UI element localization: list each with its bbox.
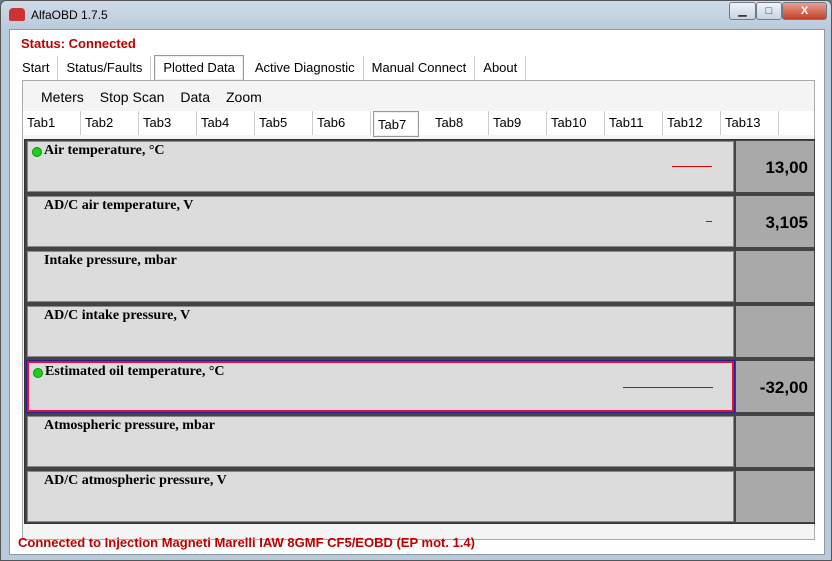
maximize-button[interactable]: □ [756, 2, 782, 20]
tab-start[interactable]: Start [14, 56, 59, 80]
tab-tab3[interactable]: Tab3 [139, 111, 197, 135]
window-title: AlfaOBD 1.7.5 [31, 8, 108, 22]
parameter-label: AD/C atmospheric pressure, V [44, 473, 227, 488]
tab-tab11[interactable]: Tab11 [605, 111, 663, 135]
tab-plotted-data[interactable]: Plotted Data [154, 55, 244, 81]
parameter-label: AD/C air temperature, V [44, 198, 194, 213]
tab-tab7[interactable]: Tab7 [373, 111, 419, 137]
plot-area[interactable]: Intake pressure, mbar [27, 251, 734, 302]
connection-info: Connected to Injection Magneti Marelli I… [18, 535, 475, 550]
title-bar[interactable]: AlfaOBD 1.7.5 ▁ □ X [1, 1, 831, 29]
plot-area[interactable]: AD/C air temperature, V [27, 196, 734, 247]
parameter-value [736, 416, 814, 467]
tab-manual-connect[interactable]: Manual Connect [364, 56, 476, 80]
parameter-label: Estimated oil temperature, °C [45, 364, 225, 379]
parameter-label: Atmospheric pressure, mbar [44, 418, 215, 433]
tab-about[interactable]: About [475, 56, 527, 80]
parameter-value: -32,00 [736, 361, 814, 412]
tab-tab13[interactable]: Tab13 [721, 111, 779, 135]
menu-zoom[interactable]: Zoom [218, 89, 270, 105]
plot-area[interactable]: Air temperature, °C [27, 141, 734, 192]
menu-meters[interactable]: Meters [33, 89, 92, 105]
active-indicator-icon [32, 147, 42, 157]
plot-row[interactable]: Air temperature, °C 13,00 [26, 140, 815, 193]
sub-tab-bar: Tab1 Tab2 Tab3 Tab4 Tab5 Tab6 Tab7 Tab8 Tab9 Tab1… [23, 111, 814, 137]
menu-data[interactable]: Data [172, 89, 218, 105]
menu-stop-scan[interactable]: Stop Scan [92, 89, 173, 105]
tab-status-faults[interactable]: Status/Faults [58, 56, 152, 80]
parameter-value [736, 471, 814, 522]
close-button[interactable]: X [782, 2, 827, 20]
tab-tab12[interactable]: Tab12 [663, 111, 721, 135]
plot-menu: Meters Stop Scan Data Zoom [33, 89, 270, 105]
plot-row[interactable]: Estimated oil temperature, °C -32,00 [26, 360, 815, 413]
tab-tab6[interactable]: Tab6 [313, 111, 371, 135]
tab-tab2[interactable]: Tab2 [81, 111, 139, 135]
tab-tab5[interactable]: Tab5 [255, 111, 313, 135]
plot-grid: Air temperature, °C 13,00 AD/C air tempera… [24, 139, 815, 524]
tab-tab9[interactable]: Tab9 [489, 111, 547, 135]
plot-trace [672, 166, 712, 167]
connection-status: Status: Connected [21, 36, 136, 51]
active-indicator-icon [33, 368, 43, 378]
client-area: Status: Connected Start Status/Faults Plot… [9, 29, 825, 555]
plot-area[interactable]: Estimated oil temperature, °C [26, 360, 735, 413]
tab-tab4[interactable]: Tab4 [197, 111, 255, 135]
parameter-value: 3,105 [736, 196, 814, 247]
parameter-label: Intake pressure, mbar [44, 253, 177, 268]
plot-row[interactable]: Intake pressure, mbar [26, 250, 815, 303]
app-window: AlfaOBD 1.7.5 ▁ □ X Status: Connected St… [0, 0, 832, 561]
parameter-label: Air temperature, °C [44, 143, 165, 158]
plotted-data-panel: Meters Stop Scan Data Zoom Tab1 Tab2 Tab3 Tab4… [22, 80, 815, 540]
plot-area[interactable]: AD/C intake pressure, V [27, 306, 734, 357]
app-car-icon [9, 8, 25, 21]
plot-row[interactable]: AD/C atmospheric pressure, V [26, 470, 815, 523]
plot-row[interactable]: Atmospheric pressure, mbar [26, 415, 815, 468]
parameter-value: 13,00 [736, 141, 814, 192]
plot-trace [706, 221, 712, 222]
plot-row[interactable]: AD/C intake pressure, V [26, 305, 815, 358]
plot-area[interactable]: AD/C atmospheric pressure, V [27, 471, 734, 522]
parameter-value [736, 306, 814, 357]
main-tab-bar: Start Status/Faults Plotted Data Active Dia… [14, 55, 527, 82]
plot-trace [623, 387, 713, 388]
parameter-label: AD/C intake pressure, V [44, 308, 191, 323]
tab-active-diagnostic[interactable]: Active Diagnostic [247, 56, 364, 80]
parameter-value [736, 251, 814, 302]
plot-area[interactable]: Atmospheric pressure, mbar [27, 416, 734, 467]
tab-tab10[interactable]: Tab10 [547, 111, 605, 135]
minimize-button[interactable]: ▁ [729, 2, 756, 20]
plot-row[interactable]: AD/C air temperature, V 3,105 [26, 195, 815, 248]
tab-tab8[interactable]: Tab8 [431, 111, 489, 135]
tab-tab1[interactable]: Tab1 [23, 111, 81, 135]
